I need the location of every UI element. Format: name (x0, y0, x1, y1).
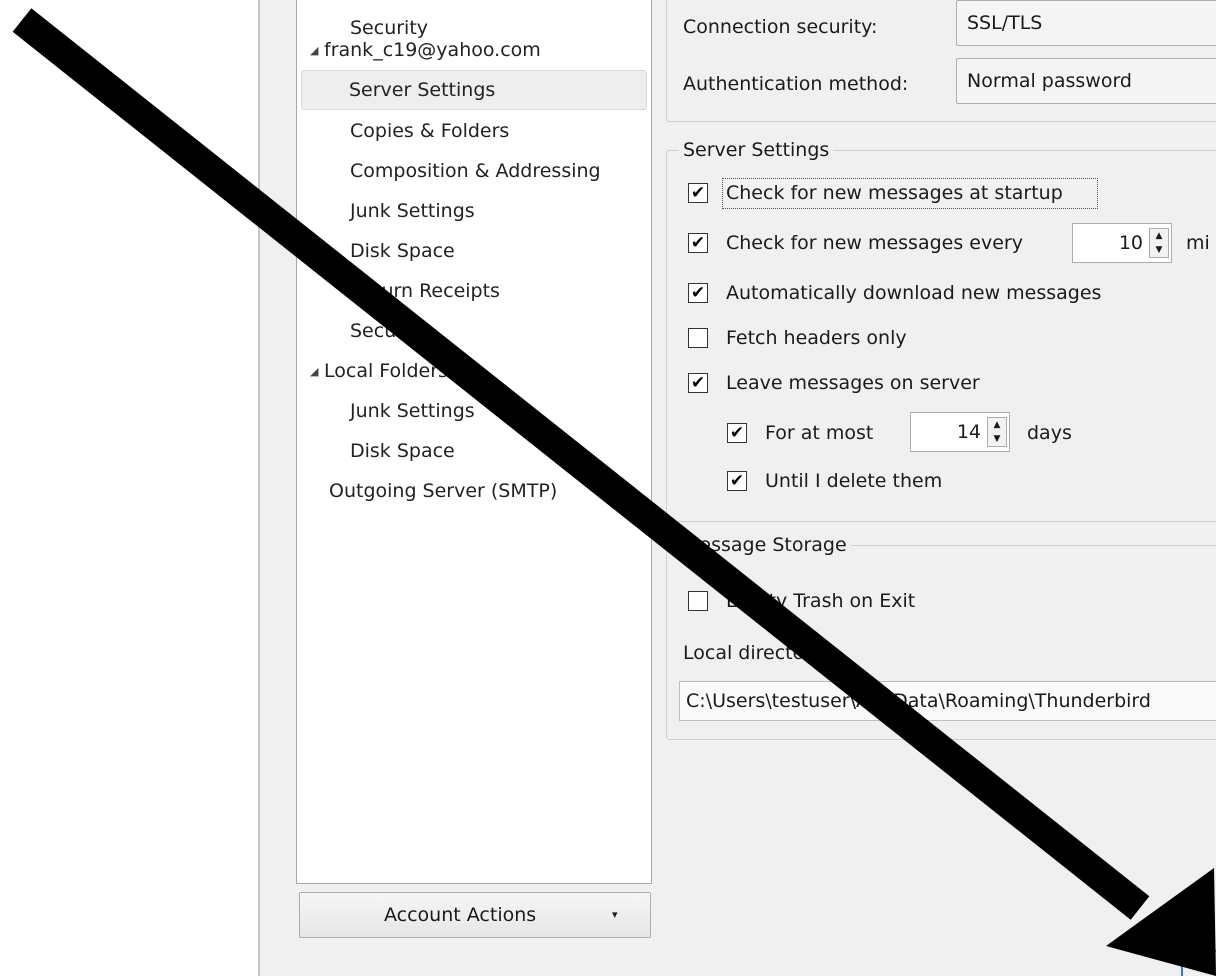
tree-item-label: frank_c19@yahoo.com (324, 39, 541, 61)
tree-item-label: Server Settings (349, 79, 496, 101)
days-stepper[interactable]: 14 ▲ ▼ (910, 412, 1010, 452)
for-at-most-label: For at most (765, 422, 874, 444)
tree-item-return-receipts[interactable]: Return Receipts (298, 272, 650, 310)
check-interval-value: 10 (1118, 232, 1143, 254)
check-interval-stepper[interactable]: 10 ▲ ▼ (1072, 223, 1172, 263)
auto-download-label: Automatically download new messages (726, 282, 1102, 304)
tree-item-local-folders[interactable]: ◢ Local Folders (298, 352, 650, 390)
tree-item-label: Return Receipts (350, 280, 500, 302)
tree-item-label: Outgoing Server (SMTP) (329, 480, 558, 502)
local-directory-field[interactable]: C:\Users\testuser\AppData\Roaming\Thunde… (679, 681, 1216, 721)
check-startup-checkbox[interactable]: ✔ (688, 183, 708, 203)
tree-item-label: Junk Settings (350, 200, 475, 222)
tree-item-label: Local Folders (324, 360, 448, 382)
dropdown-caret-icon: ▾ (612, 908, 618, 921)
tree-item-junk-settings[interactable]: Junk Settings (298, 192, 650, 230)
spin-arrows-icon[interactable]: ▲ ▼ (1149, 228, 1169, 258)
empty-trash-label: Empty Trash on Exit (726, 590, 916, 612)
tree-item-server-settings[interactable]: Server Settings (301, 70, 647, 110)
days-value: 14 (956, 421, 981, 443)
tree-item-label: Disk Space (350, 440, 455, 462)
check-every-label: Check for new messages every (726, 232, 1023, 254)
until-delete-label: Until I delete them (765, 470, 943, 492)
screenshot-stage: Security ◢ frank_c19@yahoo.com Server Se… (0, 0, 1216, 976)
tree-item-copies-folders[interactable]: Copies & Folders (298, 112, 650, 150)
days-unit-label: days (1027, 422, 1072, 444)
spin-arrows-icon[interactable]: ▲ ▼ (987, 417, 1007, 447)
tree-item-label: Security (350, 320, 429, 342)
button-corner[interactable] (1181, 950, 1216, 976)
tree-item-local-junk-settings[interactable]: Junk Settings (298, 392, 650, 430)
tree-item-label: Copies & Folders (350, 120, 510, 142)
account-actions-label: Account Actions (384, 904, 537, 926)
headers-only-checkbox[interactable] (688, 328, 708, 348)
tree-item-outgoing-server[interactable]: Outgoing Server (SMTP) (298, 472, 650, 510)
empty-trash-checkbox[interactable] (688, 591, 708, 611)
expand-triangle-icon[interactable]: ◢ (310, 353, 318, 391)
tree-item-local-disk-space[interactable]: Disk Space (298, 432, 650, 470)
dialog-left-edge (258, 0, 260, 976)
expand-triangle-icon[interactable]: ◢ (310, 32, 318, 70)
headers-only-label: Fetch headers only (726, 327, 907, 349)
account-tree[interactable]: Security ◢ frank_c19@yahoo.com Server Se… (296, 0, 652, 884)
tree-item-security[interactable]: Security (298, 312, 650, 350)
tree-item-disk-space[interactable]: Disk Space (298, 232, 650, 270)
until-delete-checkbox[interactable]: ✔ (727, 471, 747, 491)
focus-ring (722, 178, 1098, 209)
tree-item-account[interactable]: ◢ frank_c19@yahoo.com (298, 31, 650, 69)
leave-on-server-checkbox[interactable]: ✔ (688, 373, 708, 393)
local-directory-label: Local directory: (683, 642, 829, 664)
server-settings-title: Server Settings (679, 138, 834, 162)
account-actions-button[interactable]: Account Actions ▾ (299, 892, 651, 938)
tree-item-label: Junk Settings (350, 400, 475, 422)
connection-group (666, 0, 1216, 122)
interval-unit-label: mi (1186, 232, 1210, 254)
auto-download-checkbox[interactable]: ✔ (688, 283, 708, 303)
for-at-most-checkbox[interactable]: ✔ (727, 423, 747, 443)
leave-on-server-label: Leave messages on server (726, 372, 980, 394)
tree-item-label: Disk Space (350, 240, 455, 262)
message-storage-title: Message Storage (679, 533, 851, 557)
tree-item-label: Composition & Addressing (350, 160, 601, 182)
check-every-checkbox[interactable]: ✔ (688, 233, 708, 253)
tree-item-composition[interactable]: Composition & Addressing (298, 152, 650, 190)
